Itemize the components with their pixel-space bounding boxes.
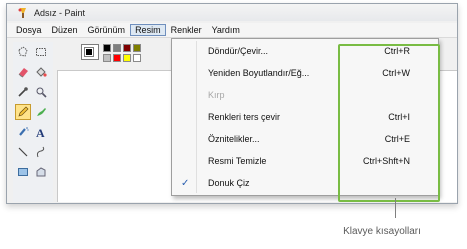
fill-icon[interactable] <box>33 64 49 80</box>
menu-item-resize-skew[interactable]: Yeniden Boyutlandır/Eğ... Ctrl+W <box>173 64 437 82</box>
menu-yardim[interactable]: Yardım <box>207 24 245 36</box>
menu-item-shortcut: Ctrl+E <box>384 134 410 144</box>
menu-duzen[interactable]: Düzen <box>47 24 83 36</box>
menu-item-rotate-flip[interactable]: Döndür/Çevir... Ctrl+R <box>173 42 437 60</box>
menu-item-shortcut: Ctrl+R <box>384 46 410 56</box>
free-select-icon[interactable] <box>15 44 31 60</box>
text-icon[interactable]: A <box>33 124 49 140</box>
paint-window: Adsız - Paint Dosya Düzen Görünüm Resim … <box>6 3 458 204</box>
menu-item-label: Yeniden Boyutlandır/Eğ... <box>208 68 310 78</box>
menu-resim[interactable]: Resim <box>130 24 166 36</box>
resim-dropdown-menu: Döndür/Çevir... Ctrl+R Yeniden Boyutland… <box>171 38 439 196</box>
menu-item-label: Resmi Temizle <box>208 156 267 166</box>
magnifier-icon[interactable] <box>33 84 49 100</box>
menu-item-shortcut: Ctrl+Shft+N <box>362 156 410 166</box>
window-title: Adsız - Paint <box>34 7 86 18</box>
color-swatch[interactable] <box>123 54 131 62</box>
menu-item-attributes[interactable]: Öznitelikler... Ctrl+E <box>173 130 437 148</box>
callout-caption: Klavye kısayolları <box>343 226 421 237</box>
polygon-icon[interactable] <box>33 164 49 180</box>
foreground-color <box>84 47 94 57</box>
rect-select-icon[interactable] <box>33 44 49 60</box>
color-swatch[interactable] <box>103 54 111 62</box>
check-icon: ✓ <box>181 177 190 189</box>
menu-item-crop: Kırp <box>173 86 437 104</box>
menu-item-label: Döndür/Çevir... <box>208 46 269 56</box>
menu-gorunum[interactable]: Görünüm <box>83 24 131 36</box>
line-icon[interactable] <box>15 144 31 160</box>
brush-icon[interactable] <box>33 104 49 120</box>
pencil-icon[interactable] <box>15 104 31 120</box>
color-swatch[interactable] <box>113 54 121 62</box>
menu-item-label: Öznitelikler... <box>208 134 260 144</box>
color-swatch[interactable] <box>133 54 141 62</box>
color-swatch[interactable] <box>103 44 111 52</box>
toolbox: A <box>13 42 53 202</box>
menu-item-draw-opaque[interactable]: ✓ Donuk Çiz <box>173 174 437 192</box>
menu-item-shortcut: Ctrl+W <box>382 68 410 78</box>
menu-item-label: Donuk Çiz <box>208 178 250 188</box>
menu-item-label: Renkleri ters çevir <box>208 112 281 122</box>
menu-item-invert-colors[interactable]: Renkleri ters çevir Ctrl+I <box>173 108 437 126</box>
menu-item-shortcut: Ctrl+I <box>388 112 410 122</box>
svg-text:A: A <box>36 126 45 138</box>
menu-bar: Dosya Düzen Görünüm Resim Renkler Yardım <box>7 23 457 38</box>
paint-app-icon <box>18 7 26 18</box>
color-swatch[interactable] <box>113 44 121 52</box>
menu-item-label: Kırp <box>208 90 225 100</box>
menu-renkler[interactable]: Renkler <box>166 24 207 36</box>
picker-icon[interactable] <box>15 84 31 100</box>
color-swatch[interactable] <box>133 44 141 52</box>
menu-dosya[interactable]: Dosya <box>11 24 47 36</box>
current-color-indicator <box>81 44 99 60</box>
menu-item-clear-image[interactable]: Resmi Temizle Ctrl+Shft+N <box>173 152 437 170</box>
airbrush-icon[interactable] <box>15 124 31 140</box>
rectangle-icon[interactable] <box>15 164 31 180</box>
eraser-icon[interactable] <box>15 64 31 80</box>
callout-line <box>395 198 396 218</box>
color-swatch[interactable] <box>123 44 131 52</box>
title-bar: Adsız - Paint <box>7 4 457 21</box>
curve-icon[interactable] <box>33 144 49 160</box>
